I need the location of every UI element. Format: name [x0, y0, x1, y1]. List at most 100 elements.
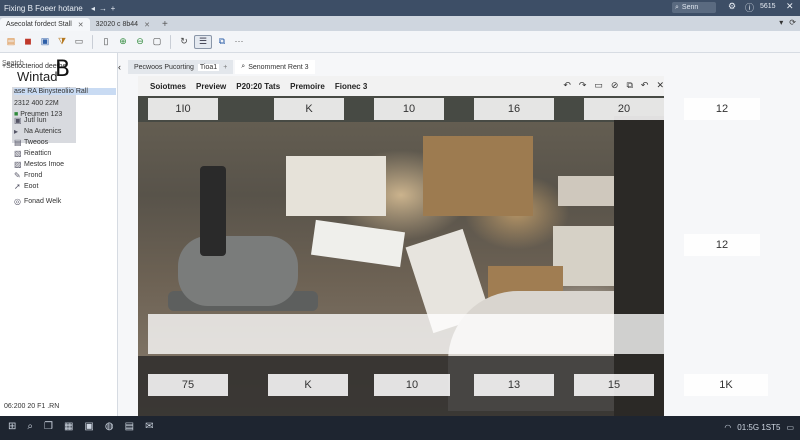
sidebar-item-autenics[interactable]: ▸ Na Autenics — [14, 126, 64, 137]
sidebar-item-eoot[interactable]: ➚ Eoot — [14, 181, 64, 192]
header-tats[interactable]: P20:20 Tats — [236, 82, 280, 91]
table-cell[interactable]: 1K — [684, 374, 768, 396]
copy-icon[interactable]: ⧉ — [626, 80, 632, 91]
photo-right-edge — [614, 116, 664, 416]
sidebar-item-label: Rieatticn — [24, 150, 52, 157]
undo-icon[interactable]: ↶ — [563, 80, 571, 91]
table-cell[interactable]: 16 — [474, 98, 554, 120]
table-cell[interactable]: 10 — [374, 374, 450, 396]
frame-icon[interactable]: ▭ — [594, 80, 603, 91]
sidebar-tree: ▣ Jutl Iun ▸ Na Autenics ▤ Tweoos ▧ Rieattic… — [14, 115, 64, 207]
close-tab-icon[interactable]: ✕ — [78, 21, 84, 29]
redo-icon[interactable]: ↷ — [579, 80, 587, 91]
frame-icon[interactable]: ▢ — [150, 35, 164, 49]
table-cell[interactable]: 1I0 — [148, 98, 218, 120]
block-icon[interactable]: ⊘ — [611, 80, 619, 91]
refresh-icon[interactable]: ⟳ — [789, 18, 796, 27]
doc-tab-pucorting[interactable]: Pecwoos Pucorting Tioa1 + — [128, 60, 234, 74]
workshop-photo[interactable] — [138, 76, 664, 416]
folder-icon[interactable]: ▣ — [84, 421, 93, 432]
title-search-label: Senn — [681, 4, 699, 11]
back-icon[interactable]: ↶ — [641, 80, 649, 91]
table-cell[interactable]: K — [268, 374, 348, 396]
close-tab-icon[interactable]: ✕ — [144, 21, 150, 29]
windows-icon[interactable]: ⊞ — [8, 421, 16, 432]
browser-tab-1[interactable]: Asecolat fordect Stall ✕ — [0, 18, 90, 31]
open-folder-icon[interactable]: ▤ — [4, 35, 18, 49]
sidebar-item-label: Mestos Imoe — [24, 161, 65, 168]
table-cell[interactable]: 12 — [684, 234, 760, 256]
filter-icon[interactable]: ⧩ — [55, 35, 69, 49]
header-solotmes[interactable]: Soiotmes — [150, 82, 186, 91]
window-title: Fixing B Foeer hotane — [4, 3, 83, 13]
taskbar-icons: ⊞ ⌕ ❐ ▦ ▣ ◍ ▤ ✉ — [8, 421, 153, 432]
zoom-out-icon[interactable]: ⊖ — [133, 35, 147, 49]
browser-tab-2[interactable]: 32020 c 8b44 ✕ — [90, 18, 156, 31]
more-icon[interactable]: ⋯ — [232, 35, 246, 49]
document-icon[interactable]: ▭ — [72, 35, 86, 49]
doc-tab-label: Pecwoos Pucorting — [134, 63, 194, 71]
mail-icon[interactable]: ✉ — [145, 421, 153, 432]
table-cell[interactable]: 10 — [374, 98, 444, 120]
sidebar-item-jutl[interactable]: ▣ Jutl Iun — [14, 115, 64, 126]
taskbar-tray: ◠ 01:5G 1ST5 ▭ — [724, 423, 794, 432]
save-icon[interactable]: ▣ — [38, 35, 52, 49]
network-icon[interactable]: ◠ — [724, 423, 731, 432]
table-cell[interactable]: 13 — [474, 374, 554, 396]
new-tab-button[interactable]: + — [156, 18, 174, 31]
sidebar-date-line: 2312 400 22M — [14, 100, 59, 107]
rotate-icon[interactable]: ↻ — [177, 35, 191, 49]
sidebar-item-rieatticn[interactable]: ▧ Rieatticn — [14, 148, 64, 159]
edit-document-icon[interactable]: ▯ — [99, 35, 113, 49]
forward-icon[interactable]: → — [98, 4, 108, 13]
search-icon[interactable]: ⌕ — [27, 421, 33, 432]
globe-icon: ◎ — [14, 197, 21, 206]
widget-icon[interactable]: ▦ — [64, 421, 73, 432]
header-fionec[interactable]: Fionec 3 — [335, 82, 367, 91]
table-cell[interactable]: 75 — [148, 374, 228, 396]
table-cell[interactable]: 20 — [584, 98, 664, 120]
duplicate-icon[interactable]: ⧉ — [215, 35, 229, 49]
header-premoire[interactable]: Premoire — [290, 82, 325, 91]
store-icon[interactable]: ▤ — [125, 421, 134, 432]
pen-icon: ✎ — [14, 171, 21, 180]
tray-clock[interactable]: 01:5G 1ST5 — [737, 423, 780, 432]
sidebar-item-tweoos[interactable]: ▤ Tweoos — [14, 137, 64, 148]
bullet-icon: ▸ — [14, 127, 19, 136]
title-search[interactable]: ⌕ Senn — [672, 2, 716, 13]
ribbon-toolbar: ▤ ◼ ▣ ⧩ ▭ ▯ ⊕ ⊖ ▢ ↻ ☰ ⧉ ⋯ — [0, 31, 800, 53]
header-preview[interactable]: Preview — [196, 82, 226, 91]
zoom-in-icon[interactable]: ⊕ — [116, 35, 130, 49]
photo-paper-sheet — [311, 219, 405, 268]
terminal-icon: ▤ — [14, 138, 22, 147]
briefcase-icon[interactable]: ◼ — [21, 35, 35, 49]
close-window-icon[interactable]: ✕ — [786, 1, 794, 12]
table-cell[interactable]: 12 — [684, 98, 760, 120]
audio-icon[interactable]: ◂ — [88, 4, 98, 13]
notification-icon[interactable]: ▭ — [786, 423, 794, 432]
add-icon[interactable]: + — [108, 4, 118, 13]
close-icon[interactable]: ✕ — [656, 80, 664, 91]
info-icon[interactable]: ⓘ — [745, 1, 754, 14]
toolbar-divider — [170, 34, 171, 49]
sidebar-item-fonad[interactable]: ◎ Fonad Welk — [14, 196, 64, 207]
photo-cardboard-box — [423, 136, 533, 216]
table-cell[interactable]: K — [274, 98, 344, 120]
nav-back-icon[interactable]: ‹ — [118, 62, 126, 72]
taskview-icon[interactable]: ❐ — [44, 421, 53, 432]
tab-label: Asecolat fordect Stall — [6, 21, 72, 28]
settings-icon[interactable]: ⚙ — [728, 1, 736, 12]
sidebar-selected-line[interactable]: ase RA Binysteoliio Rall — [14, 88, 116, 95]
taskbar: ⊞ ⌕ ❐ ▦ ▣ ◍ ▤ ✉ ◠ 01:5G 1ST5 ▭ — [0, 416, 800, 440]
edge-icon[interactable]: ◍ — [105, 421, 114, 432]
sidebar-item-mestos[interactable]: ▨ Mestos Imoe — [14, 159, 64, 170]
doc-tab-senomment[interactable]: ⌕ Senomment Rent 3 — [235, 60, 315, 74]
down-arrow-icon[interactable]: ▾ — [779, 18, 783, 27]
photo-equipment-box — [286, 156, 386, 216]
add-tab-icon[interactable]: + — [223, 64, 227, 71]
sidebar-item-frond[interactable]: ✎ Frond — [14, 170, 64, 181]
table-cell[interactable]: 15 — [574, 374, 654, 396]
sidebar-item-label: Jutl Iun — [24, 117, 47, 124]
sidebar-item-label: Na Autenics — [24, 128, 62, 135]
view-mode-icon[interactable]: ☰ — [194, 34, 212, 49]
